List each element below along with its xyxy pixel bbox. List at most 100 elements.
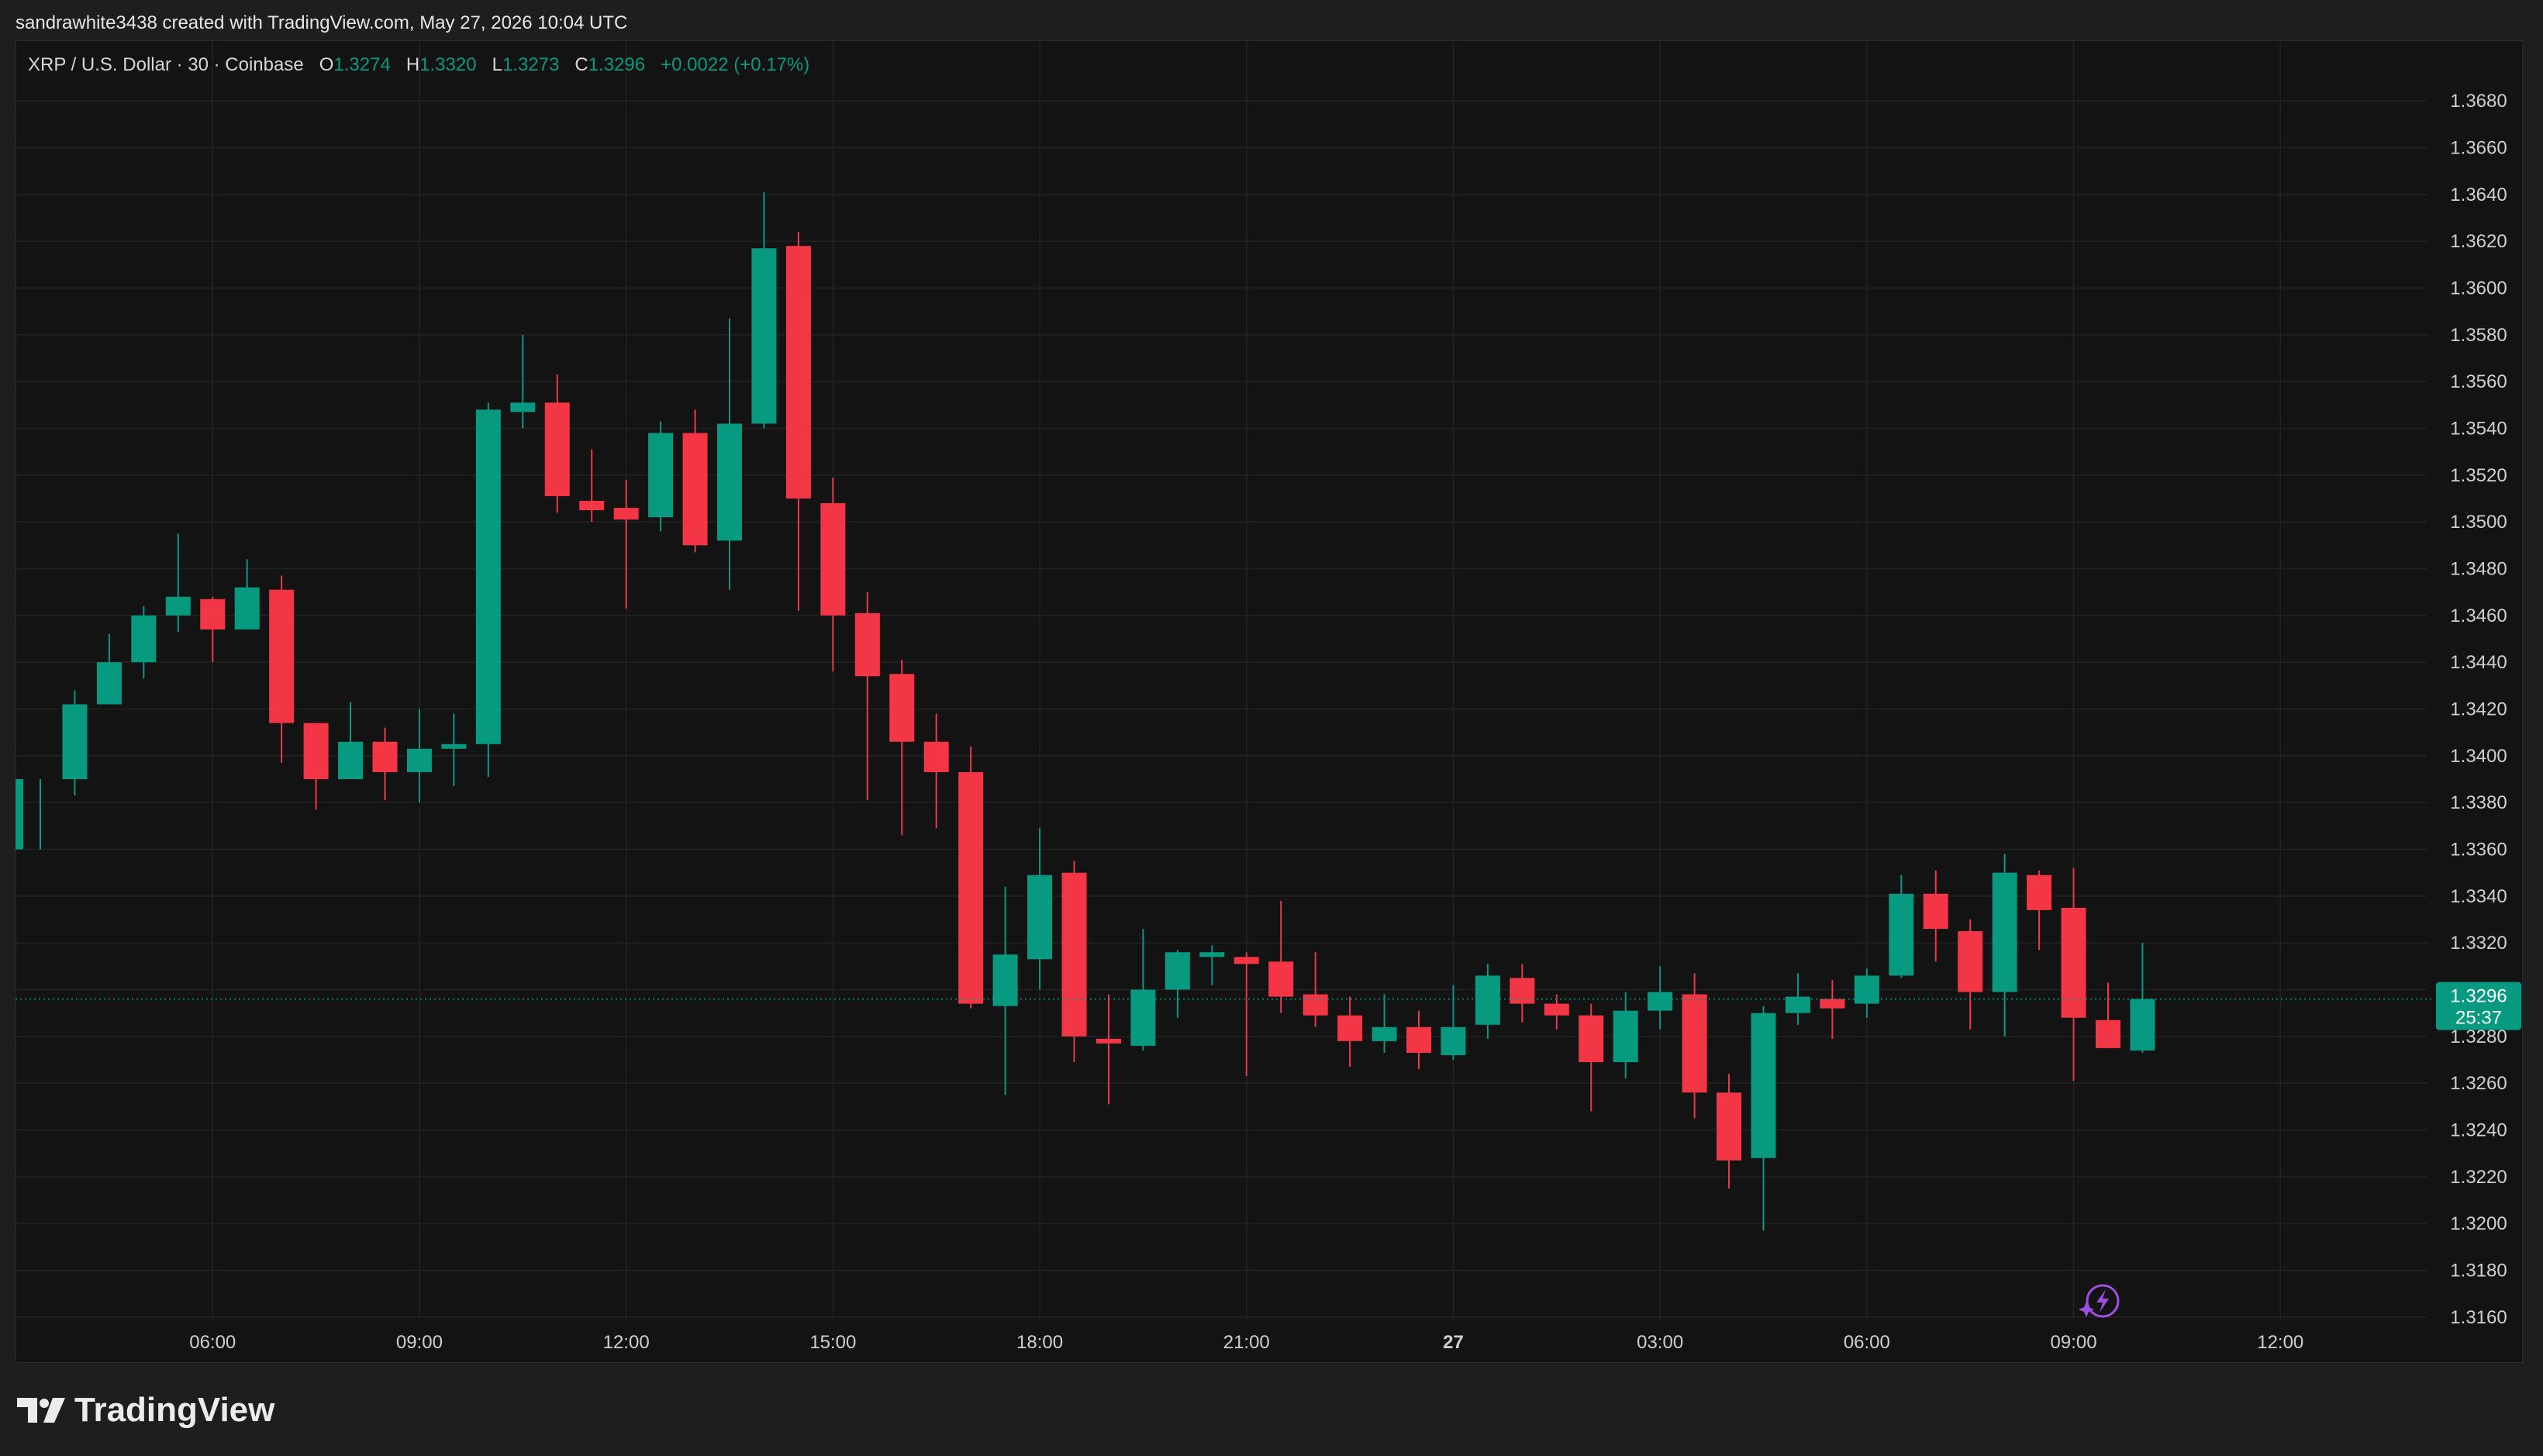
candle-up[interactable]: [62, 690, 88, 796]
candle-body: [1061, 872, 1087, 1037]
candle-body: [1475, 975, 1500, 1025]
candle-body: [1268, 961, 1294, 997]
candle-down[interactable]: [1061, 861, 1087, 1063]
candle-up[interactable]: [441, 713, 467, 787]
candle-down[interactable]: [1579, 1003, 1604, 1112]
candle-up[interactable]: [648, 421, 674, 532]
grid-layer: [16, 40, 2427, 1320]
price-axis-label: 1.3680: [2450, 91, 2507, 112]
candle-down[interactable]: [544, 374, 570, 513]
time-axis-label: 12:00: [2257, 1332, 2303, 1353]
candle-down[interactable]: [303, 723, 329, 810]
candle-down[interactable]: [1337, 996, 1363, 1068]
candle-up[interactable]: [96, 633, 122, 705]
candle-up[interactable]: [1992, 854, 2017, 1037]
candle-up[interactable]: [1165, 950, 1190, 1018]
candle-up[interactable]: [131, 606, 157, 679]
candle-up[interactable]: [1854, 968, 1879, 1018]
current-price-tag: 1.3296 25:37: [2436, 982, 2521, 1030]
candle-down[interactable]: [785, 232, 811, 611]
candle-up[interactable]: [2130, 943, 2155, 1053]
candle-down[interactable]: [1820, 980, 1845, 1039]
candle-body: [1303, 994, 1328, 1016]
candle-up[interactable]: [1751, 1006, 1776, 1231]
time-axis-label: 18:00: [1016, 1332, 1063, 1353]
tradingview-logo[interactable]: TradingView: [17, 1391, 274, 1430]
candle-down[interactable]: [1268, 900, 1294, 1013]
price-tag-countdown: 25:37: [2455, 1008, 2502, 1029]
legend-close-value: 1.3296: [588, 54, 646, 75]
candle-up[interactable]: [165, 533, 191, 632]
price-axis-label: 1.3640: [2450, 185, 2507, 205]
legend-close-label: C: [575, 54, 588, 75]
candle-down[interactable]: [1406, 1010, 1431, 1070]
candle-body: [1199, 952, 1225, 957]
candle-up[interactable]: [475, 402, 501, 777]
candle-down[interactable]: [1958, 919, 1983, 1030]
candle-up[interactable]: [1613, 992, 1638, 1079]
candle-up[interactable]: [1441, 985, 1466, 1060]
candle-up[interactable]: [338, 702, 364, 779]
candle-body: [717, 423, 742, 541]
candle-up[interactable]: [1889, 875, 1914, 978]
time-axis-label: 12:00: [603, 1332, 650, 1353]
candle-body: [579, 501, 605, 511]
lightning-icon[interactable]: [2079, 1284, 2120, 1318]
chart-attribution: sandrawhite3438 created with TradingView…: [16, 12, 628, 33]
time-axis[interactable]: 06:00 09:00 12:00 15:00 18:00 21:00 27 03:00 06:…: [189, 1332, 2303, 1353]
price-axis-label: 1.3520: [2450, 465, 2507, 486]
candle-down[interactable]: [1234, 952, 1259, 1077]
time-axis-label: 09:00: [2051, 1332, 2097, 1353]
price-axis[interactable]: 1.3160 1.3180 1.3200 1.3220 1.3240 1.3260 1.32…: [2450, 91, 2507, 1328]
candle-down[interactable]: [1544, 994, 1569, 1030]
candle-body: [338, 741, 364, 779]
candle-up[interactable]: [406, 709, 432, 803]
candle-up[interactable]: [1475, 964, 1500, 1039]
candle-body: [1751, 1013, 1776, 1158]
candle-down[interactable]: [958, 746, 984, 1009]
candles-layer: [16, 191, 2155, 1231]
candle-up[interactable]: [1648, 966, 1673, 1030]
candle-up[interactable]: [717, 318, 742, 590]
candle-up[interactable]: [234, 559, 260, 630]
candle-down[interactable]: [923, 713, 949, 829]
candle-up[interactable]: [1372, 994, 1397, 1053]
candle-up[interactable]: [992, 886, 1018, 1095]
candle-down[interactable]: [1510, 964, 1535, 1023]
legend-symbol[interactable]: XRP / U.S. Dollar · 30 · Coinbase: [28, 54, 304, 75]
candle-up[interactable]: [1130, 929, 1156, 1051]
price-axis-label: 1.3400: [2450, 746, 2507, 767]
candle-body: [1717, 1092, 1742, 1161]
candle-down[interactable]: [269, 575, 295, 763]
candle-up[interactable]: [16, 779, 41, 850]
candle-down[interactable]: [1923, 870, 1948, 962]
candle-down[interactable]: [372, 727, 398, 801]
candle-down[interactable]: [1096, 994, 1121, 1105]
candle-body: [1544, 1003, 1569, 1016]
candle-body: [1958, 931, 1983, 992]
candle-body: [2027, 875, 2052, 910]
legend-low-label: L: [492, 54, 502, 75]
candle-down[interactable]: [2061, 868, 2086, 1082]
candle-body: [441, 744, 467, 749]
candle-down[interactable]: [200, 596, 226, 663]
candle-up[interactable]: [751, 191, 777, 429]
candle-body: [1923, 893, 1948, 930]
candle-down[interactable]: [2027, 870, 2052, 951]
candle-body: [889, 674, 915, 742]
candlestick-chart[interactable]: 1.3160 1.3180 1.3200 1.3220 1.3240 1.3260 1.32…: [16, 40, 2523, 1363]
candle-down[interactable]: [1717, 1074, 1742, 1189]
candle-down[interactable]: [682, 409, 708, 553]
candle-body: [406, 748, 432, 772]
candle-down[interactable]: [889, 660, 915, 836]
candle-body: [1337, 1015, 1363, 1041]
candle-down[interactable]: [579, 449, 605, 523]
candle-up[interactable]: [1199, 945, 1225, 985]
candle-down[interactable]: [613, 479, 639, 609]
candle-down[interactable]: [1682, 973, 1707, 1119]
candle-down[interactable]: [820, 477, 846, 672]
candle-down[interactable]: [854, 592, 880, 801]
candle-down[interactable]: [2096, 982, 2120, 1048]
price-axis-label: 1.3200: [2450, 1213, 2507, 1234]
candle-up[interactable]: [1027, 828, 1053, 990]
